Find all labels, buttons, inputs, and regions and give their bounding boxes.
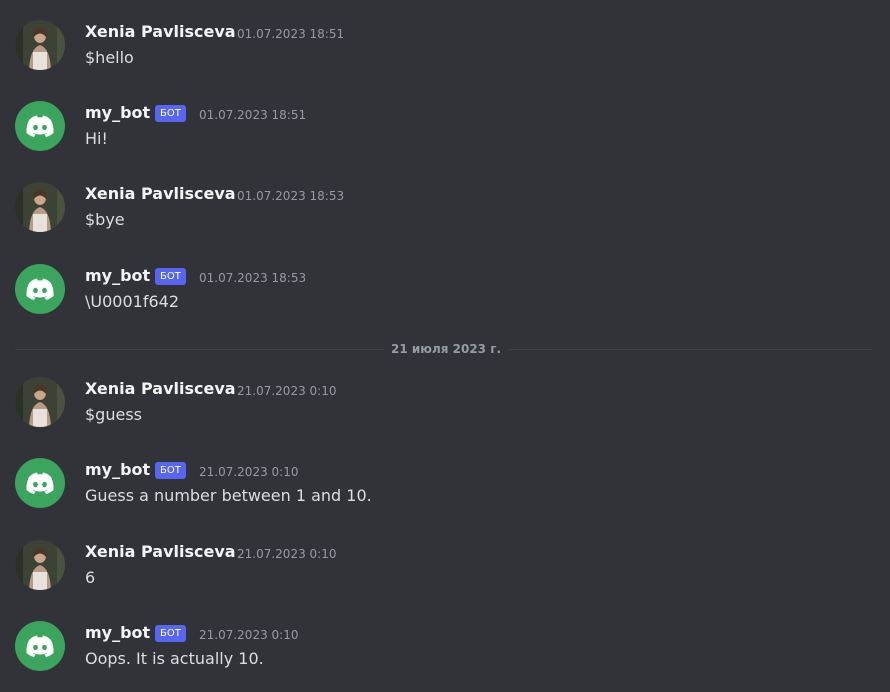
message-timestamp: 01.07.2023 18:51 (199, 108, 307, 122)
message-author[interactable]: my_bot (85, 266, 150, 285)
message-timestamp: 21.07.2023 0:10 (199, 628, 299, 642)
message-author[interactable]: my_bot (85, 460, 150, 479)
user-photo-avatar (15, 182, 65, 232)
message-author[interactable]: Xenia Pavlisceva (85, 184, 236, 203)
message-item: my_bot БОТ 21.07.2023 0:10 Oops. It is a… (0, 621, 890, 691)
message-text: $hello (85, 48, 134, 67)
user-photo-avatar (15, 377, 65, 427)
discord-logo-icon (26, 115, 54, 137)
message-author[interactable]: Xenia Pavlisceva (85, 379, 236, 398)
user-avatar[interactable] (15, 20, 65, 70)
message-timestamp: 21.07.2023 0:10 (237, 384, 337, 398)
message-timestamp: 21.07.2023 0:10 (237, 547, 337, 561)
message-item: my_bot БОТ 01.07.2023 18:51 Hi! (0, 101, 890, 171)
bot-avatar[interactable] (15, 458, 65, 508)
message-author[interactable]: Xenia Pavlisceva (85, 22, 236, 41)
message-text: Oops. It is actually 10. (85, 649, 264, 668)
message-item: Xenia Pavlisceva 21.07.2023 0:10 $guess (0, 377, 890, 447)
user-avatar[interactable] (15, 377, 65, 427)
message-text: $guess (85, 405, 142, 424)
message-timestamp: 01.07.2023 18:51 (237, 27, 345, 41)
user-photo-avatar (15, 20, 65, 70)
message-author[interactable]: Xenia Pavlisceva (85, 542, 236, 561)
user-avatar[interactable] (15, 540, 65, 590)
message-text: Hi! (85, 129, 108, 148)
message-timestamp: 01.07.2023 18:53 (199, 271, 307, 285)
message-item: Xenia Pavlisceva 01.07.2023 18:53 $bye (0, 182, 890, 252)
message-author[interactable]: my_bot (85, 623, 150, 642)
discord-logo-icon (26, 635, 54, 657)
message-author[interactable]: my_bot (85, 103, 150, 122)
bot-badge: БОТ (155, 268, 186, 285)
bot-badge: БОТ (155, 105, 186, 122)
chat-message-list: Xenia Pavlisceva 01.07.2023 18:51 $hello… (0, 0, 890, 692)
bot-avatar[interactable] (15, 621, 65, 671)
message-text: \U0001f642 (85, 292, 179, 311)
message-item: my_bot БОТ 21.07.2023 0:10 Guess a numbe… (0, 458, 890, 528)
bot-avatar[interactable] (15, 101, 65, 151)
bot-badge: БОТ (155, 462, 186, 479)
message-item: my_bot БОТ 01.07.2023 18:53 \U0001f642 (0, 264, 890, 334)
message-text: Guess a number between 1 and 10. (85, 486, 372, 505)
message-timestamp: 21.07.2023 0:10 (199, 465, 299, 479)
message-text: $bye (85, 210, 125, 229)
discord-logo-icon (26, 472, 54, 494)
user-photo-avatar (15, 540, 65, 590)
message-item: Xenia Pavlisceva 21.07.2023 0:10 6 (0, 540, 890, 610)
bot-badge: БОТ (155, 625, 186, 642)
message-timestamp: 01.07.2023 18:53 (237, 189, 345, 203)
bot-avatar[interactable] (15, 264, 65, 314)
discord-logo-icon (26, 278, 54, 300)
date-divider-label: 21 июля 2023 г. (384, 342, 509, 356)
message-item: Xenia Pavlisceva 01.07.2023 18:51 $hello (0, 20, 890, 90)
user-avatar[interactable] (15, 182, 65, 232)
message-text: 6 (85, 568, 96, 587)
